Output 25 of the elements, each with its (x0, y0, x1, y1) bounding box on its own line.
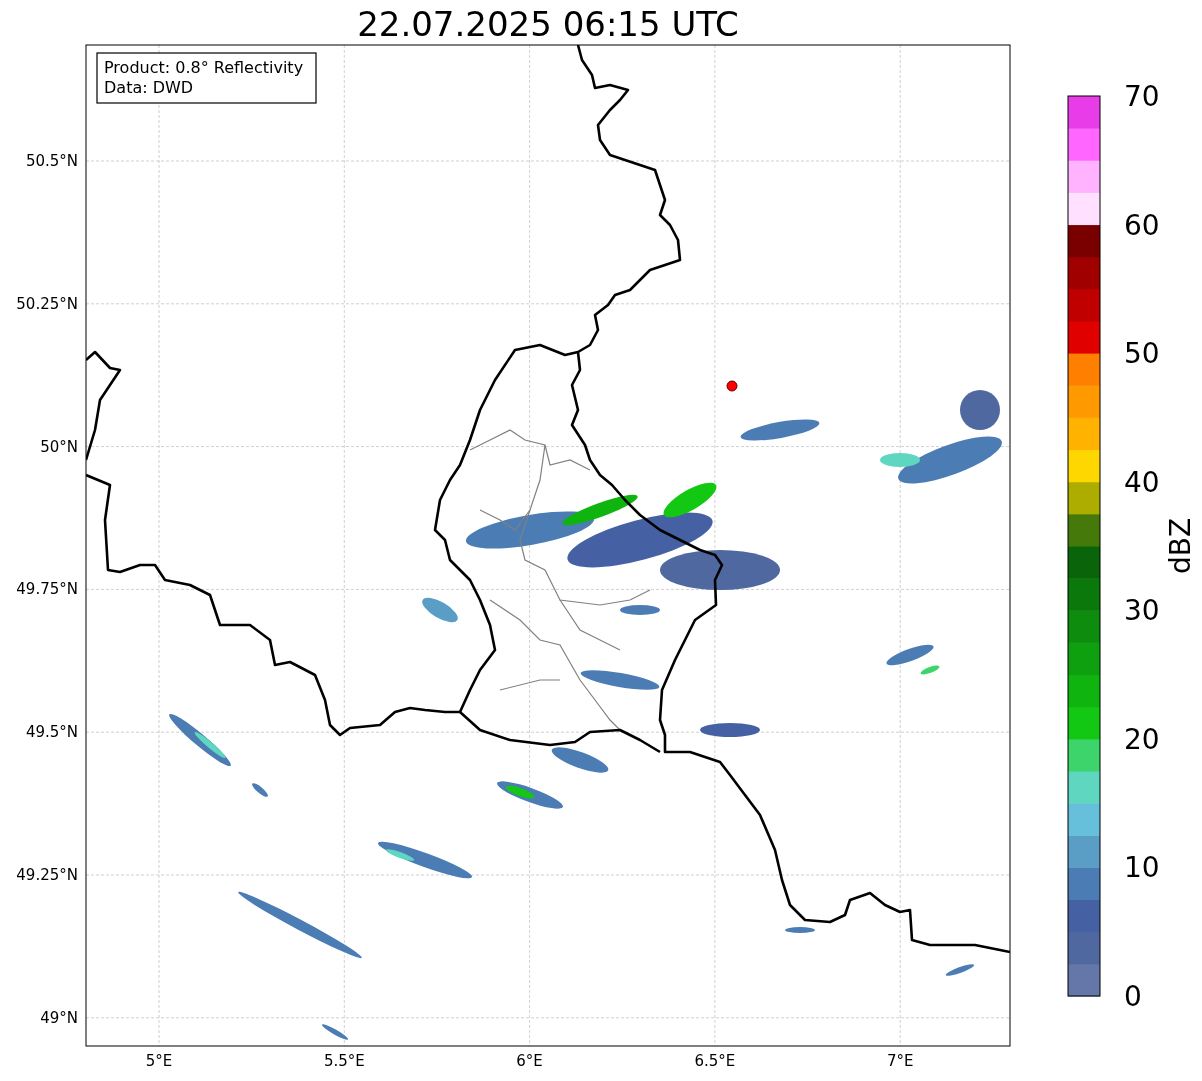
longitude-label: 6°E (516, 1052, 543, 1070)
longitude-label: 5.5°E (323, 1052, 365, 1070)
longitude-label: 5°E (145, 1052, 173, 1070)
info-text: Data: DWD (104, 78, 194, 97)
colorbar-tick-label: 30 (1124, 594, 1160, 628)
latitude-label: 49.25°N (16, 866, 78, 884)
radar-site-marker (726, 380, 738, 392)
colorbar-tick-label: 20 (1124, 722, 1160, 756)
colorbar-tick-label: 40 (1124, 465, 1160, 499)
colorbar-tick-label: 50 (1124, 337, 1160, 371)
colorbar-tick-label: 70 (1124, 80, 1160, 113)
latitude-label: 50°N (40, 437, 78, 456)
longitude-label: 6.5°E (694, 1052, 736, 1070)
latitude-label: 50.5°N (25, 152, 78, 170)
colorbar-tick-label: 10 (1124, 851, 1160, 885)
colorbar-tick-label: 60 (1124, 208, 1160, 242)
chart-title: 22.07.2025 06:15 UTC (356, 4, 740, 44)
latitude-label: 49°N (40, 1008, 78, 1027)
latitude-label: 49.75°N (16, 580, 78, 599)
longitude-label: 7°E (886, 1052, 914, 1070)
info-text: Product: 0.8° Reflectivity (104, 58, 304, 77)
colorbar-label: dBZ (1164, 517, 1197, 575)
latitude-label: 50.25°N (16, 294, 78, 313)
colorbar-tick-label: 0 (1124, 980, 1142, 1013)
latitude-label: 49.5°N (25, 723, 78, 742)
